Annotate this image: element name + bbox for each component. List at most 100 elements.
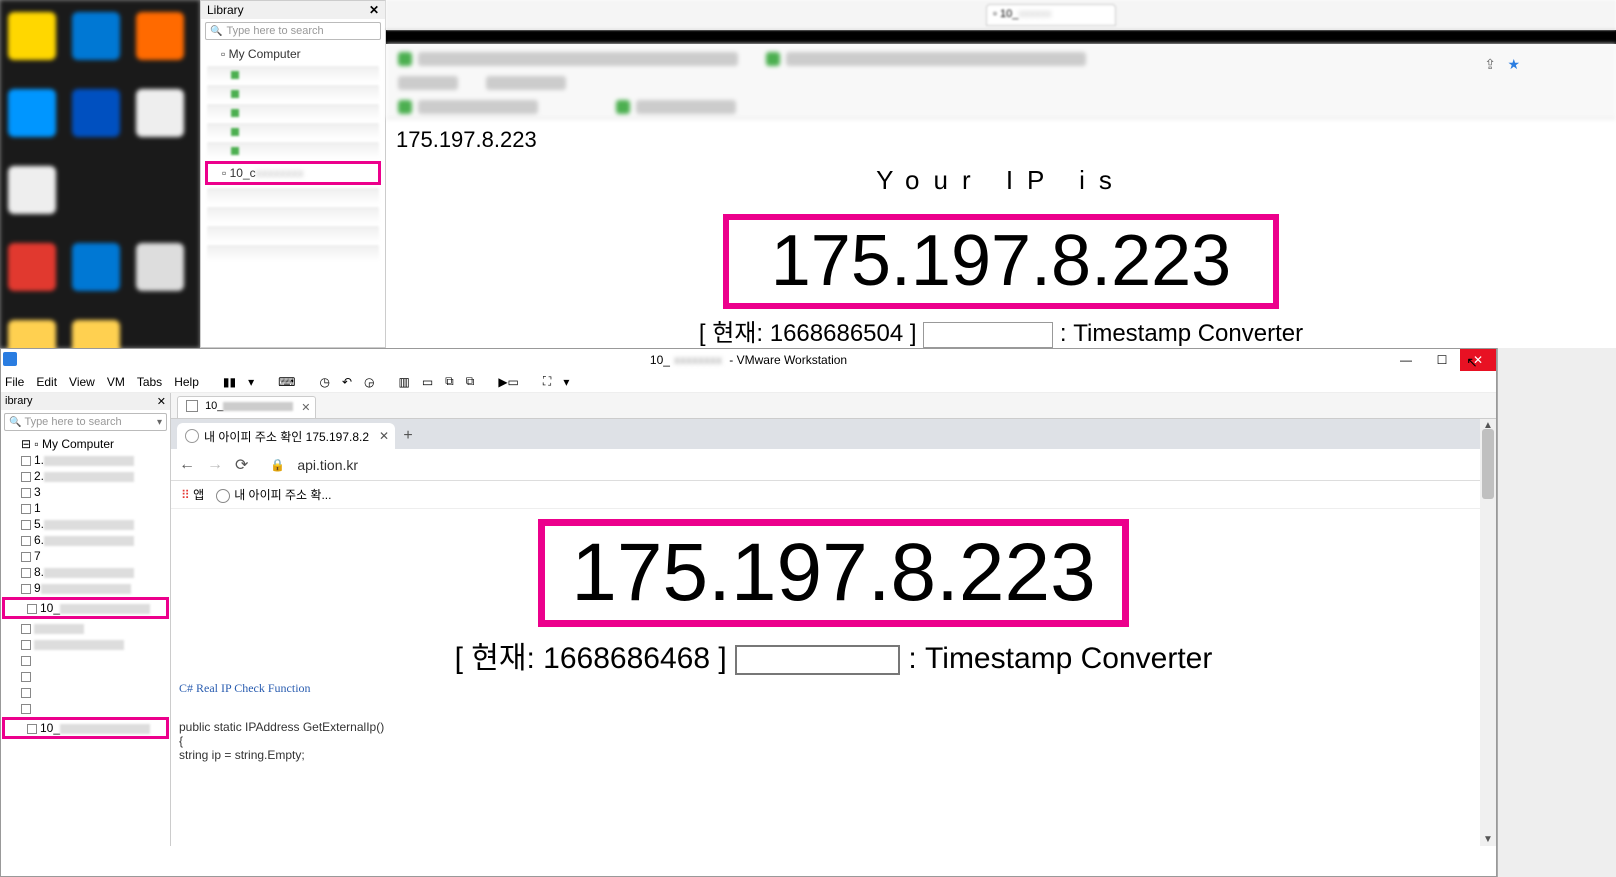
tree-root[interactable]: ⊟ ▫ My Computer <box>3 436 168 452</box>
close-icon[interactable]: ✕ <box>157 395 166 408</box>
reload-button[interactable]: ⟳ <box>235 455 248 475</box>
tree-item-highlighted[interactable]: 10_ <box>2 717 169 739</box>
tree-item-blurred[interactable] <box>207 142 379 158</box>
library-title: ibrary <box>5 395 33 408</box>
dropdown-icon[interactable]: ▾ <box>563 375 569 389</box>
tree-item-blurred[interactable] <box>207 188 379 204</box>
snapshot-manager-button[interactable]: ◶ <box>364 375 374 389</box>
close-button[interactable]: ✕↖ <box>1460 349 1496 371</box>
fullscreen-button[interactable]: ▶▭ <box>498 375 519 389</box>
tree-item[interactable] <box>3 620 168 636</box>
tree-item[interactable]: 3 <box>3 484 168 500</box>
new-tab-button[interactable]: + <box>395 423 421 449</box>
tree-item-blurred[interactable] <box>207 226 379 242</box>
url-text[interactable]: api.tion.kr <box>297 457 358 473</box>
library-title: Library <box>207 3 244 17</box>
tree-item[interactable] <box>3 684 168 700</box>
guest-vm-top: ▫ 10_xxxxxx ⇪ ★ 175.197.8.223 Your IP is… <box>386 0 1616 348</box>
pause-button[interactable]: ▮▮ <box>223 375 236 389</box>
browser-chrome-blurred <box>386 44 1616 119</box>
ip-text-small: 175.197.8.223 <box>396 127 1606 153</box>
search-input[interactable]: Type here to search <box>4 413 167 431</box>
back-button[interactable]: ← <box>179 456 195 474</box>
apps-button[interactable]: ⠿ 앱 <box>181 486 204 503</box>
tree-item[interactable] <box>3 668 168 684</box>
favicon-icon <box>185 429 199 443</box>
tree-item[interactable]: 5. <box>3 516 168 532</box>
close-icon[interactable]: ✕ <box>379 429 389 443</box>
code-section: C# Real IP Check Function public static … <box>171 677 1496 766</box>
share-icon[interactable]: ⇪ <box>1484 56 1496 73</box>
close-icon[interactable]: ✕ <box>369 3 379 17</box>
unity-button[interactable]: ⛶ <box>543 374 551 389</box>
scrollbar-vertical[interactable]: ▲ ▼ <box>1480 419 1496 846</box>
tree-item[interactable] <box>3 636 168 652</box>
scroll-down-icon[interactable]: ▼ <box>1483 834 1493 845</box>
cursor-icon: ↖ <box>1454 351 1490 373</box>
menu-view[interactable]: View <box>69 375 95 389</box>
tree-item-blurred[interactable] <box>207 207 379 223</box>
tree-item-highlighted[interactable]: 10_ <box>2 597 169 619</box>
vmware-tabbar-top: ▫ 10_xxxxxx <box>386 0 1616 30</box>
revert-button[interactable]: ↶ <box>342 375 352 389</box>
window-title: 10_xxxxxxxx - VMware Workstation <box>650 353 847 367</box>
menu-help[interactable]: Help <box>174 375 199 389</box>
layout-button-4[interactable]: ⧉ <box>466 374 475 389</box>
scrollbar-thumb[interactable] <box>1482 429 1494 499</box>
snapshot-button[interactable]: ◷ <box>319 375 329 389</box>
tree-item[interactable]: 6. <box>3 532 168 548</box>
tree-item-highlighted[interactable]: ▫ 10_cxxxxxxxx <box>205 161 381 185</box>
tree-item-blurred[interactable] <box>207 85 379 101</box>
tree-item[interactable]: 7 <box>3 548 168 564</box>
tree-item[interactable]: 1. <box>3 452 168 468</box>
tree-item[interactable]: 2. <box>3 468 168 484</box>
timestamp-row: [ 현재: 1668686504 ] : Timestamp Converter <box>396 313 1606 348</box>
background-window-sliver <box>1497 348 1616 877</box>
vm-display-area: 10_ ✕ 내 아이피 주소 확인 175.197.8.2 ✕ + ← → ⟳ <box>171 393 1496 846</box>
menu-file[interactable]: File <box>5 375 24 389</box>
timestamp-input[interactable] <box>735 645 900 675</box>
library-panel-top: Library ✕ Type here to search ▫ My Compu… <box>200 0 386 348</box>
your-ip-label: Your IP is <box>396 165 1606 196</box>
timestamp-input[interactable] <box>923 322 1053 348</box>
vm-tab[interactable]: 10_ ✕ <box>177 396 316 418</box>
menu-tabs[interactable]: Tabs <box>137 375 162 389</box>
menu-vm[interactable]: VM <box>107 375 125 389</box>
tree-item-blurred[interactable] <box>207 66 379 82</box>
layout-button-2[interactable]: ▭ <box>422 375 433 389</box>
layout-button-3[interactable]: ⧉ <box>445 374 454 389</box>
tree-item[interactable]: 8. <box>3 564 168 580</box>
tree-item-blurred[interactable] <box>207 104 379 120</box>
close-icon[interactable]: ✕ <box>301 401 310 414</box>
chrome-tab-title: 내 아이피 주소 확인 175.197.8.2 <box>204 428 369 445</box>
tree-item[interactable] <box>3 652 168 668</box>
tree-item-blurred[interactable] <box>207 245 379 261</box>
forward-button[interactable]: → <box>207 456 223 474</box>
vm-tab[interactable]: ▫ 10_xxxxxx <box>986 4 1116 26</box>
tree-item-blurred[interactable] <box>207 123 379 139</box>
ip-highlight-box: 175.197.8.223 <box>538 519 1128 627</box>
search-input[interactable]: Type here to search <box>205 22 381 40</box>
library-panel: ibrary ✕ Type here to search ⊟ ▫ My Comp… <box>1 393 171 846</box>
bookmark-item[interactable]: 내 아이피 주소 확... <box>216 486 331 503</box>
tree-item[interactable]: 9 <box>3 580 168 596</box>
chrome-tab[interactable]: 내 아이피 주소 확인 175.197.8.2 ✕ <box>177 423 395 449</box>
library-tree: ⊟ ▫ My Computer 1. 2. 3 1 5. 6. 7 8. 9 1… <box>1 434 170 846</box>
dropdown-icon[interactable]: ▾ <box>248 375 254 389</box>
send-ctrl-alt-del-button[interactable]: ⌨ <box>278 375 295 389</box>
lock-icon: 🔒 <box>270 458 285 472</box>
timestamp-row: [ 현재: 1668686468 ] : Timestamp Converter <box>171 633 1496 677</box>
minimize-button[interactable]: — <box>1388 349 1424 371</box>
tree-root[interactable]: ▫ My Computer <box>207 45 379 63</box>
tree-item[interactable] <box>3 700 168 716</box>
menu-bar: File Edit View VM Tabs Help ▮▮ ▾ ⌨ ◷ ↶ ◶… <box>1 371 1496 393</box>
bookmarks-bar: ⠿ 앱 내 아이피 주소 확... <box>171 481 1496 509</box>
host-desktop-blurred <box>0 0 200 348</box>
menu-edit[interactable]: Edit <box>36 375 57 389</box>
layout-button-1[interactable]: ▥ <box>398 375 409 389</box>
star-icon[interactable]: ★ <box>1507 56 1520 73</box>
tree-item[interactable]: 1 <box>3 500 168 516</box>
vm-tab-bar: 10_ ✕ <box>171 393 1496 419</box>
guest-os-screen: 내 아이피 주소 확인 175.197.8.2 ✕ + ← → ⟳ 🔒 api.… <box>171 419 1496 846</box>
code-line: public static IPAddress GetExternalIp() <box>179 720 1488 734</box>
